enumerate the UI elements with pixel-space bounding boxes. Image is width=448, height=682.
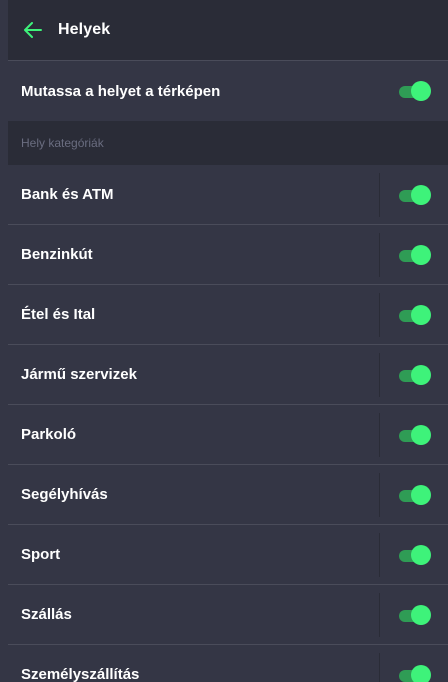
toggle-knob	[411, 544, 431, 565]
category-row[interactable]: Jármű szervizek	[8, 345, 448, 405]
section-header-label: Hely kategóriák	[21, 136, 104, 150]
category-toggle[interactable]	[399, 364, 431, 385]
toggle-knob	[411, 81, 431, 101]
category-toggle[interactable]	[399, 424, 431, 445]
arrow-left-icon	[24, 22, 42, 38]
category-row[interactable]: Benzinkút	[8, 225, 448, 285]
show-places-on-map-row[interactable]: Mutassa a helyet a térképen	[8, 60, 448, 121]
show-places-on-map-label: Mutassa a helyet a térképen	[21, 82, 221, 100]
category-label: Étel és Ital	[21, 306, 96, 323]
category-label: Jármű szervizek	[21, 366, 137, 383]
category-label: Parkoló	[21, 426, 77, 443]
toggle-knob	[411, 244, 431, 265]
category-row[interactable]: Segélyhívás	[8, 465, 448, 525]
category-label: Segélyhívás	[21, 486, 108, 503]
toggle-knob	[411, 304, 431, 325]
toggle-knob	[411, 184, 431, 205]
category-row[interactable]: Szállás	[8, 585, 448, 645]
places-settings-screen: Helyek Mutassa a helyet a térképen Hely …	[8, 0, 448, 682]
category-toggle[interactable]	[399, 544, 431, 565]
category-row[interactable]: Személyszállítás	[8, 645, 448, 682]
category-toggle[interactable]	[399, 304, 431, 325]
section-header-place-categories: Hely kategóriák	[8, 121, 448, 165]
category-label: Szállás	[21, 606, 72, 623]
toggle-knob	[411, 664, 431, 682]
category-row[interactable]: Bank és ATM	[8, 165, 448, 225]
category-label: Benzinkút	[21, 246, 93, 263]
top-bar: Helyek	[8, 0, 448, 60]
category-toggle[interactable]	[399, 484, 431, 505]
toggle-knob	[411, 604, 431, 625]
category-label: Bank és ATM	[21, 186, 114, 203]
category-label: Személyszállítás	[21, 666, 140, 682]
category-list: Bank és ATM Benzinkút Étel és Ital Jármű sz…	[8, 165, 448, 682]
page-title: Helyek	[58, 21, 111, 38]
category-toggle[interactable]	[399, 244, 431, 265]
back-button[interactable]	[10, 0, 56, 60]
toggle-knob	[411, 364, 431, 385]
category-toggle[interactable]	[399, 604, 431, 625]
toggle-knob	[411, 424, 431, 445]
show-places-on-map-toggle[interactable]	[399, 81, 431, 101]
category-row[interactable]: Parkoló	[8, 405, 448, 465]
category-toggle[interactable]	[399, 184, 431, 205]
category-row[interactable]: Sport	[8, 525, 448, 585]
toggle-knob	[411, 484, 431, 505]
category-toggle[interactable]	[399, 664, 431, 682]
category-label: Sport	[21, 546, 61, 563]
category-row[interactable]: Étel és Ital	[8, 285, 448, 345]
